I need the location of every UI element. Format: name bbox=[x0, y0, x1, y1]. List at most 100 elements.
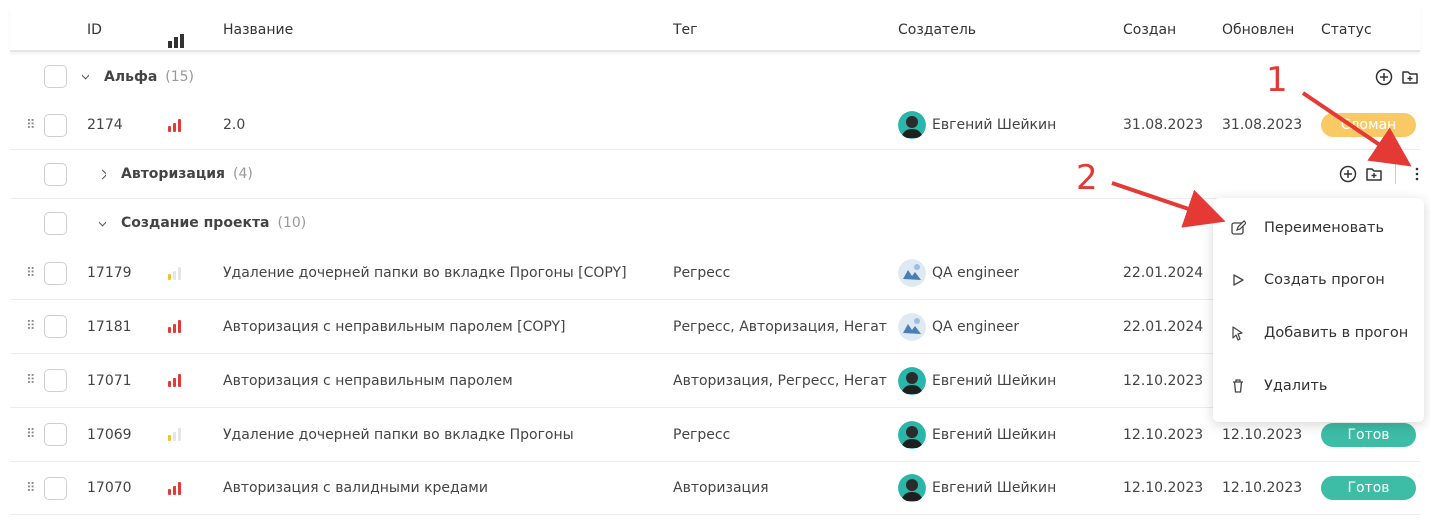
header-id[interactable]: ID bbox=[87, 8, 102, 52]
group-name: Альфа bbox=[104, 68, 158, 85]
drag-handle-icon[interactable]: ⠿ bbox=[26, 481, 35, 496]
avatar bbox=[898, 259, 926, 287]
drag-handle-icon[interactable]: ⠿ bbox=[26, 118, 35, 133]
row-tag: Регресс, Авторизация, Негат... bbox=[673, 318, 888, 335]
group-checkbox[interactable] bbox=[44, 211, 67, 235]
play-icon bbox=[1233, 274, 1244, 286]
divider bbox=[1395, 164, 1396, 184]
priority-icon bbox=[168, 266, 181, 280]
chevron-down-icon[interactable] bbox=[82, 69, 89, 80]
status-badge[interactable]: Сломан bbox=[1321, 113, 1416, 137]
header-status[interactable]: Статус bbox=[1321, 8, 1372, 52]
add-circle-icon[interactable] bbox=[1375, 68, 1393, 86]
row-creator: QA engineer bbox=[932, 318, 1020, 335]
add-folder-icon[interactable] bbox=[1365, 165, 1383, 183]
table-row[interactable]: ⠿ 17071 Авторизация с неправильным парол… bbox=[10, 354, 1420, 408]
table-header: ID Название Тег Создатель Создан Обновле… bbox=[10, 8, 1420, 52]
group-row-auth[interactable]: Авторизация (4) bbox=[10, 150, 1420, 199]
more-vertical-icon[interactable] bbox=[1408, 165, 1426, 183]
priority-icon bbox=[168, 118, 181, 132]
group-row-project[interactable]: Создание проекта (10) bbox=[10, 199, 1420, 247]
group-count: (4) bbox=[233, 166, 253, 182]
avatar bbox=[898, 474, 926, 502]
bar-chart-icon[interactable] bbox=[168, 22, 184, 48]
drag-handle-icon[interactable]: ⠿ bbox=[26, 373, 35, 388]
row-id: 17179 bbox=[87, 265, 132, 281]
row-updated: 12.10.2023 bbox=[1222, 480, 1303, 496]
row-created: 12.10.2023 bbox=[1123, 372, 1204, 389]
drag-handle-icon[interactable]: ⠿ bbox=[26, 427, 35, 442]
table-row[interactable]: ⠿ 17069 Удаление дочерней папки во вклад… bbox=[10, 408, 1420, 462]
chevron-right-icon[interactable] bbox=[99, 169, 106, 179]
row-creator: Евгений Шейкин bbox=[932, 372, 1057, 389]
drag-handle-icon[interactable]: ⠿ bbox=[26, 319, 35, 334]
row-created: 12.10.2023 bbox=[1123, 426, 1204, 443]
row-created: 22.01.2024 bbox=[1123, 265, 1204, 281]
row-name[interactable]: Авторизация с валидными кредами bbox=[223, 462, 663, 514]
group-checkbox[interactable] bbox=[44, 162, 67, 186]
row-id: 17181 bbox=[87, 318, 132, 335]
row-created: 31.08.2023 bbox=[1123, 117, 1204, 133]
header-creator[interactable]: Создатель bbox=[898, 8, 976, 52]
header-tag[interactable]: Тег bbox=[673, 8, 698, 52]
row-id: 2174 bbox=[87, 117, 123, 133]
row-creator: Евгений Шейкин bbox=[932, 426, 1057, 443]
chevron-down-icon[interactable] bbox=[99, 216, 106, 226]
priority-icon bbox=[168, 481, 181, 495]
group-count: (10) bbox=[277, 215, 307, 231]
header-name[interactable]: Название bbox=[223, 8, 293, 52]
edit-icon bbox=[1231, 220, 1246, 235]
priority-icon bbox=[168, 428, 181, 441]
row-checkbox[interactable] bbox=[44, 369, 67, 392]
row-checkbox[interactable] bbox=[44, 261, 67, 285]
context-menu: Переименовать Создать прогон Добавить в … bbox=[1213, 198, 1424, 422]
menu-item-rename[interactable]: Переименовать bbox=[1213, 206, 1424, 250]
row-tag: Регресс bbox=[673, 426, 731, 443]
priority-icon bbox=[168, 374, 181, 387]
group-checkbox[interactable] bbox=[44, 65, 67, 88]
drag-handle-icon[interactable]: ⠿ bbox=[26, 266, 35, 281]
table-row[interactable]: ⠿ 2174 2.0 Евгений Шейкин 31.08.2023 31.… bbox=[10, 101, 1420, 150]
row-checkbox[interactable] bbox=[44, 423, 67, 446]
test-cases-table: ID Название Тег Создатель Создан Обновле… bbox=[10, 8, 1420, 515]
pointer-icon bbox=[1232, 326, 1243, 341]
row-creator: QA engineer bbox=[932, 265, 1020, 281]
row-updated: 31.08.2023 bbox=[1222, 117, 1303, 133]
add-circle-icon[interactable] bbox=[1339, 165, 1357, 183]
table-row[interactable]: ⠿ 17179 Удаление дочерней папки во вклад… bbox=[10, 247, 1420, 300]
group-count: (15) bbox=[165, 68, 195, 85]
table-row[interactable]: ⠿ 17181 Авторизация с неправильным парол… bbox=[10, 300, 1420, 354]
avatar bbox=[898, 111, 926, 139]
table-row[interactable]: ⠿ 17070 Авторизация с валидными кредами … bbox=[10, 462, 1420, 515]
avatar bbox=[898, 312, 926, 341]
row-created: 12.10.2023 bbox=[1123, 480, 1204, 496]
row-name[interactable]: Удаление дочерней папки во вкладке Прого… bbox=[223, 408, 663, 461]
status-badge[interactable]: Готов bbox=[1321, 422, 1416, 447]
row-tag: Авторизация bbox=[673, 480, 769, 496]
row-creator: Евгений Шейкин bbox=[932, 480, 1057, 496]
row-id: 17071 bbox=[87, 372, 132, 389]
row-name[interactable]: Авторизация с неправильным паролем bbox=[223, 354, 663, 407]
row-creator: Евгений Шейкин bbox=[932, 117, 1057, 133]
row-name[interactable]: Удаление дочерней папки во вкладке Прого… bbox=[223, 247, 663, 299]
menu-item-add-to-run[interactable]: Добавить в прогон bbox=[1213, 311, 1424, 355]
row-name[interactable]: Авторизация с неправильным паролем [COPY… bbox=[223, 300, 663, 353]
group-name: Авторизация bbox=[121, 166, 226, 182]
priority-icon bbox=[168, 320, 181, 333]
header-updated[interactable]: Обновлен bbox=[1222, 8, 1294, 52]
row-checkbox[interactable] bbox=[44, 113, 67, 137]
row-tag: Авторизация, Регресс, Негат... bbox=[673, 372, 888, 389]
group-row-alpha[interactable]: Альфа (15) bbox=[10, 52, 1420, 101]
status-badge[interactable]: Готов bbox=[1321, 476, 1416, 500]
avatar bbox=[898, 366, 926, 395]
menu-item-delete[interactable]: Удалить bbox=[1213, 364, 1424, 408]
row-name[interactable]: 2.0 bbox=[223, 101, 245, 149]
row-checkbox[interactable] bbox=[44, 315, 67, 338]
header-created[interactable]: Создан bbox=[1123, 8, 1176, 52]
row-created: 22.01.2024 bbox=[1123, 318, 1204, 335]
trash-icon bbox=[1233, 379, 1243, 393]
row-checkbox[interactable] bbox=[44, 476, 67, 500]
menu-item-create-run[interactable]: Создать прогон bbox=[1213, 258, 1424, 302]
add-folder-icon[interactable] bbox=[1401, 68, 1419, 86]
annotation-number-one: 1 bbox=[1266, 60, 1288, 100]
